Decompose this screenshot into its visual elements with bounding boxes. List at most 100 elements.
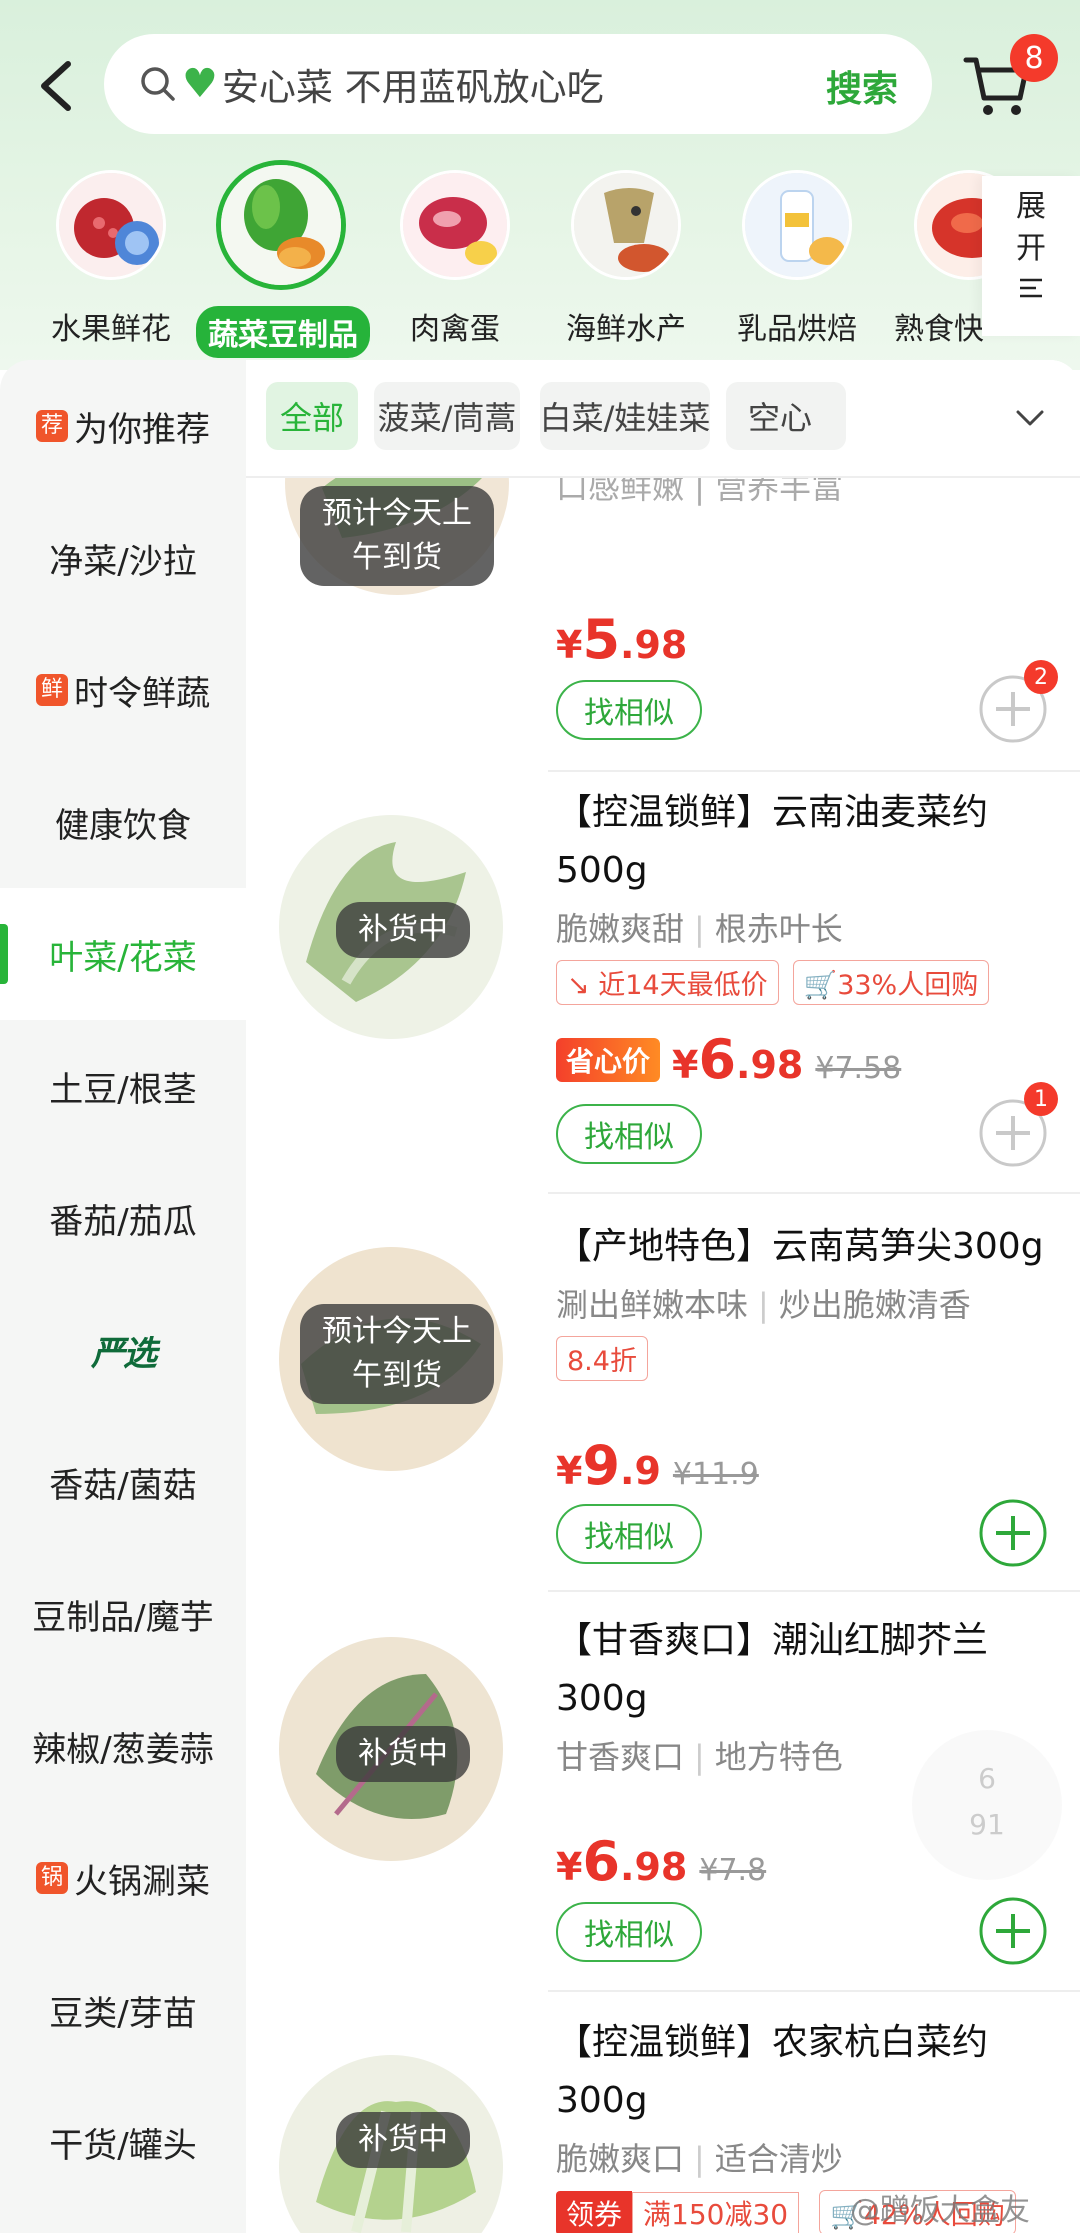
chevron-left-icon [41,61,71,111]
category-seafood[interactable]: 海鲜水产 [541,160,711,348]
expand-label-top: 展 [1016,189,1046,224]
delivery-overlay: 预计今天上 午到货 [300,1304,494,1404]
product-price: ¥9.9 ¥11.9 [556,1434,759,1497]
sidebar-item-recommend[interactable]: 荐 为你推荐 [0,360,246,492]
sidebar-item-hotpot[interactable]: 锅 火锅涮菜 [0,1812,246,1944]
plus-circle-icon [979,1897,1047,1965]
product-title: 【产地特色】云南莴笋尖300g [556,1226,1044,1267]
product-tags: 8.4折 [556,1336,1076,1381]
sidebar-item-label: 时令鲜蔬 [74,673,210,714]
repurchase-tag: 🛒33%人回购 [792,960,990,1005]
sidebar-item-mushroom[interactable]: 香菇/菌菇 [0,1416,246,1548]
sidebar-item-label: 为你推荐 [74,409,210,450]
product-desc: 涮出鲜嫩本味 | 炒出脆嫩清香 [556,1286,971,1324]
meat-thumbnail [400,170,510,280]
product-tags: ↘ 近14天最低价 🛒33%人回购 [556,960,1076,1005]
category-label: 水果鲜花 [51,312,171,347]
filter-bar: 全部 菠菜/茼蒿 白菜/娃娃菜 空心 [246,360,1080,478]
sidebar-item-label: 干货/罐头 [49,2125,197,2166]
category-label: 蔬菜豆制品 [196,306,370,358]
search-input[interactable]: ♥ 安心菜 不用蓝矾放心吃 搜索 [104,34,932,134]
discount-tag: 8.4折 [556,1336,648,1381]
product-item[interactable]: 补货中 【控温锁鲜】云南油麦菜约 500g 脆嫩爽甜 | 根赤叶长 ↘ 近14天最低价… [246,772,1080,1192]
dairy-thumbnail [742,170,852,280]
sidebar-item-label: 豆类/芽苗 [49,1993,197,2034]
add-to-cart-button[interactable] [978,1498,1048,1568]
filter-expand-button[interactable] [980,360,1080,476]
sidebar: 荐 为你推荐 净菜/沙拉 鲜 时令鲜蔬 健康饮食 叶菜/花菜 土豆/根茎 番茄/… [0,360,246,2233]
cart-small-icon: 🛒 [803,970,838,1001]
floating-widget[interactable]: 6 91 [912,1730,1062,1880]
cart-count-badge: 8 [1010,34,1058,82]
restocking-overlay: 补货中 [336,2112,470,2168]
filter-chip-all[interactable]: 全部 [266,382,358,450]
search-placeholder: 安心菜 不用蓝矾放心吃 [221,66,604,109]
product-title: 【甘香爽口】潮汕红脚芥兰 300g [556,1620,989,1719]
find-similar-button[interactable]: 找相似 [556,680,702,740]
sidebar-item-potato[interactable]: 土豆/根茎 [0,1020,246,1152]
sidebar-item-label: 香菇/菌菇 [49,1465,197,1506]
add-to-cart-button[interactable] [978,1896,1048,1966]
sidebar-item-pepper[interactable]: 辣椒/葱姜蒜 [0,1680,246,1812]
product-info: 【控温锁鲜】云南油麦菜约 500g 脆嫩爽甜 | 根赤叶长 ↘ 近14天最低价 🛒33… [556,784,1076,1005]
category-label: 肉禽蛋 [410,312,500,347]
product-price: 省心价 ¥6.98 ¥7.58 [556,1028,901,1091]
sidebar-item-tomato[interactable]: 番茄/茄瓜 [0,1152,246,1284]
sidebar-item-tofu[interactable]: 豆制品/魔芋 [0,1548,246,1680]
find-similar-button[interactable]: 找相似 [556,1104,702,1164]
product-title: 【控温锁鲜】农家杭白菜约 300g [556,2022,989,2121]
hotpot-tag-icon: 锅 [36,1862,68,1894]
green-heart-icon: ♥ [182,61,218,107]
sidebar-item-seasonal[interactable]: 鲜 时令鲜蔬 [0,624,246,756]
sidebar-item-leafy[interactable]: 叶菜/花菜 [0,888,246,1020]
expand-categories-button[interactable]: 展 开 [982,176,1080,336]
category-vegetables[interactable]: 蔬菜豆制品 [196,160,370,358]
product-info: 【产地特色】云南莴笋尖300g 涮出鲜嫩本味 | 炒出脆嫩清香 8.4折 [556,1218,1076,1381]
original-price: ¥11.9 [672,1457,759,1492]
product-item[interactable]: 预计今天上 午到货 口感鲜嫩 | 营养丰富 ¥5.98 找相似 2 [246,371,1080,770]
sidebar-item-clean-veg[interactable]: 净菜/沙拉 [0,492,246,624]
coupon-label[interactable]: 领券 [556,2190,633,2233]
product-price: ¥6.98 ¥7.8 [556,1830,767,1893]
delivery-overlay: 预计今天上 午到货 [300,486,494,586]
find-similar-button[interactable]: 找相似 [556,1504,702,1564]
find-similar-button[interactable]: 找相似 [556,1902,702,1962]
sidebar-item-label: 健康饮食 [55,805,191,846]
restocking-overlay: 补货中 [336,1726,470,1782]
category-fruit[interactable]: 水果鲜花 [26,160,196,348]
product-title: 【控温锁鲜】云南油麦菜约 500g [556,792,989,891]
seafood-thumbnail [571,170,681,280]
original-price: ¥7.58 [815,1051,902,1086]
sidebar-item-label: 土豆/根茎 [49,1069,197,1110]
sidebar-item-label: 豆制品/魔芋 [32,1597,214,1638]
cart-qty-badge: 1 [1024,1082,1058,1116]
sidebar-item-yanxuan[interactable]: 严选 [0,1284,246,1416]
sidebar-item-label: 番茄/茄瓜 [49,1201,197,1242]
search-button[interactable]: 搜索 [826,60,898,112]
worry-free-price-badge: 省心价 [556,1037,661,1082]
product-price: ¥5.98 [556,608,688,671]
yanxuan-logo: 严选 [91,1333,157,1374]
expand-label-bottom: 开 [1016,231,1046,266]
filter-chip-cabbage[interactable]: 白菜/娃娃菜 [540,382,710,450]
fresh-tag-icon: 鲜 [36,674,68,706]
filter-chip-water-spinach[interactable]: 空心 [726,382,846,450]
vegetables-thumbnail [216,160,346,290]
sidebar-item-healthy[interactable]: 健康饮食 [0,756,246,888]
restocking-overlay: 补货中 [336,902,470,958]
sidebar-item-dried[interactable]: 干货/罐头 [0,2076,246,2208]
category-meat[interactable]: 肉禽蛋 [370,160,540,348]
product-item[interactable]: 预计今天上 午到货 【产地特色】云南莴笋尖300g 涮出鲜嫩本味 | 炒出脆嫩清香 8… [246,1194,1080,1590]
trend-down-icon: ↘ [567,970,599,1001]
back-button[interactable] [26,56,86,116]
lowest-price-tag: ↘ 近14天最低价 [556,960,779,1005]
sidebar-item-label: 辣椒/葱姜蒜 [32,1729,214,1770]
category-dairy[interactable]: 乳品烘焙 [712,160,882,348]
expand-list-icon [982,270,1080,312]
filter-chip-spinach[interactable]: 菠菜/茼蒿 [374,382,520,450]
sidebar-item-beans[interactable]: 豆类/芽苗 [0,1944,246,2076]
recommend-tag-icon: 荐 [36,410,68,442]
category-row: 水果鲜花 蔬菜豆制品 肉禽蛋 海鲜水产 乳品烘焙 熟食快 [0,160,1000,358]
watermark: @蹭饭大盒友 [850,2193,1030,2228]
search-icon [141,67,175,101]
